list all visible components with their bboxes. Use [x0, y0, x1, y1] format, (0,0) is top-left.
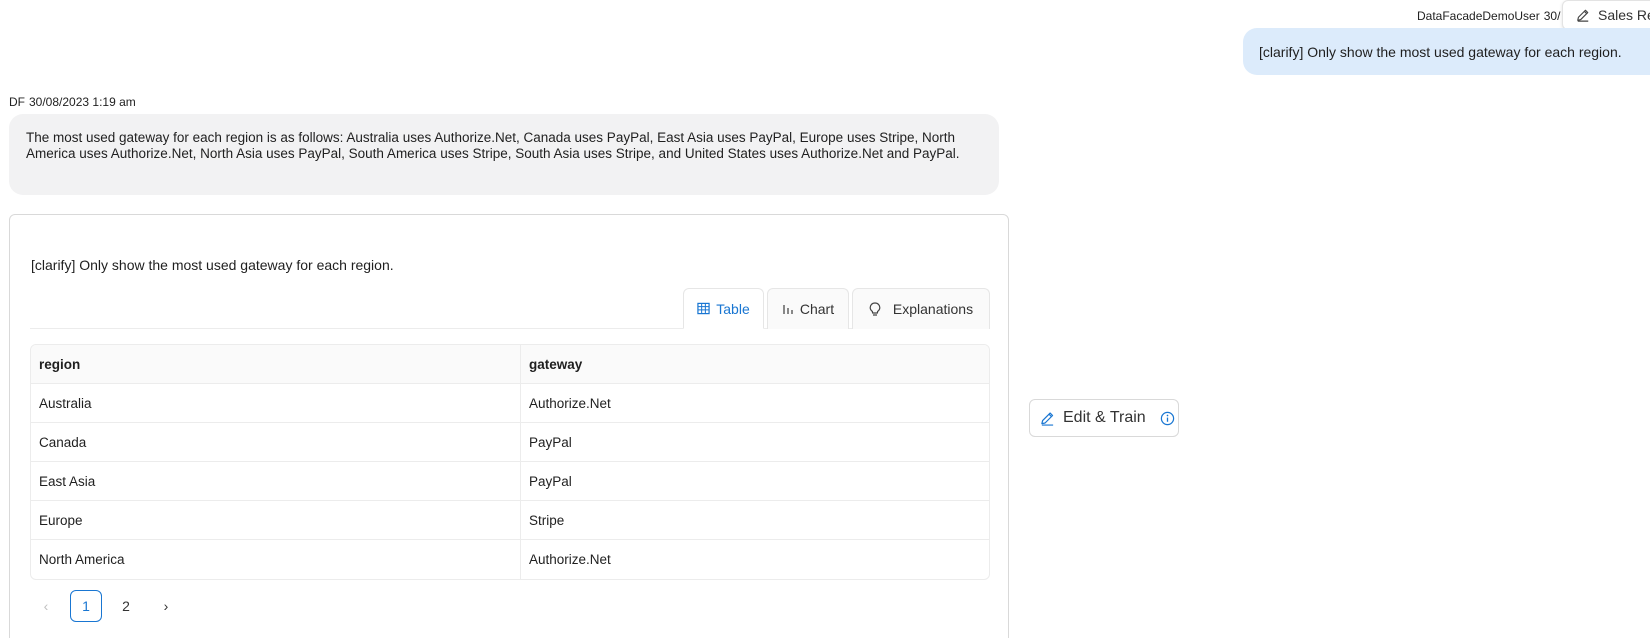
info-icon[interactable]	[1160, 411, 1175, 426]
cell-region: Australia	[31, 384, 521, 423]
table-row: Europe Stripe	[31, 501, 989, 540]
cell-region: North America	[31, 540, 521, 579]
sales-report-chip[interactable]: Sales Re	[1562, 0, 1650, 30]
user-message-text: [clarify] Only show the most used gatewa…	[1259, 43, 1622, 60]
tab-chart-label: Chart	[799, 301, 835, 317]
bot-answer-text: The most used gateway for each region is…	[26, 130, 960, 161]
edit-train-label: Edit & Train	[1063, 409, 1146, 426]
table-header-row: region gateway	[31, 345, 989, 384]
pencil-icon	[1041, 411, 1054, 426]
page-button-2[interactable]: 2	[110, 590, 142, 622]
cell-gateway: Authorize.Net	[529, 552, 611, 567]
bot-initials: DF	[9, 95, 25, 109]
tab-table[interactable]: Table	[683, 288, 764, 329]
sales-chip-label: Sales Re	[1598, 7, 1650, 23]
result-card: [clarify] Only show the most used gatewa…	[9, 214, 1009, 638]
bot-timestamp: 30/08/2023 1:19 am	[29, 95, 136, 109]
page-button-1[interactable]: 1	[70, 590, 102, 622]
chevron-right-icon: ›	[163, 598, 169, 614]
lightbulb-icon	[869, 301, 881, 316]
chevron-left-icon: ‹	[43, 598, 49, 614]
pencil-icon	[1577, 9, 1589, 22]
tab-explanations[interactable]: Explanations	[852, 288, 990, 329]
cell-region: Europe	[31, 501, 521, 540]
tab-chart[interactable]: Chart	[767, 288, 849, 329]
cell-gateway: PayPal	[521, 462, 989, 501]
result-query-text: [clarify] Only show the most used gatewa…	[31, 257, 394, 273]
table-icon	[697, 302, 710, 315]
user-name: DataFacadeDemoUser	[1417, 9, 1540, 23]
cell-gateway: Stripe	[521, 501, 989, 540]
cell-gateway: PayPal	[521, 423, 989, 462]
user-meta: DataFacadeDemoUser 30/	[1417, 9, 1560, 23]
column-header-region[interactable]: region	[31, 345, 521, 384]
column-header-gateway[interactable]: gateway	[521, 345, 989, 384]
cell-region: Canada	[31, 423, 521, 462]
prev-page-button[interactable]: ‹	[30, 590, 62, 622]
table-row: Canada PayPal	[31, 423, 989, 462]
result-table: region gateway Australia Authorize.Net C…	[30, 344, 990, 580]
cell-gateway: Authorize.Net	[521, 384, 989, 423]
user-timestamp: 30/	[1543, 9, 1561, 23]
tab-explanations-label: Explanations	[892, 301, 974, 317]
table-row: North America Authorize.Net	[31, 540, 989, 579]
bot-meta: DF 30/08/2023 1:19 am	[9, 95, 136, 109]
user-message-bubble: [clarify] Only show the most used gatewa…	[1243, 28, 1650, 75]
edit-train-button[interactable]: Edit & Train	[1029, 399, 1179, 437]
bot-answer-bubble: The most used gateway for each region is…	[9, 114, 999, 195]
next-page-button[interactable]: ›	[150, 590, 182, 622]
table-row: East Asia PayPal	[31, 462, 989, 501]
bar-chart-icon	[782, 305, 793, 314]
tab-table-label: Table	[716, 300, 750, 317]
cell-region: East Asia	[31, 462, 521, 501]
pagination: ‹ 1 2 ›	[30, 590, 190, 622]
table-row: Australia Authorize.Net	[31, 384, 989, 423]
